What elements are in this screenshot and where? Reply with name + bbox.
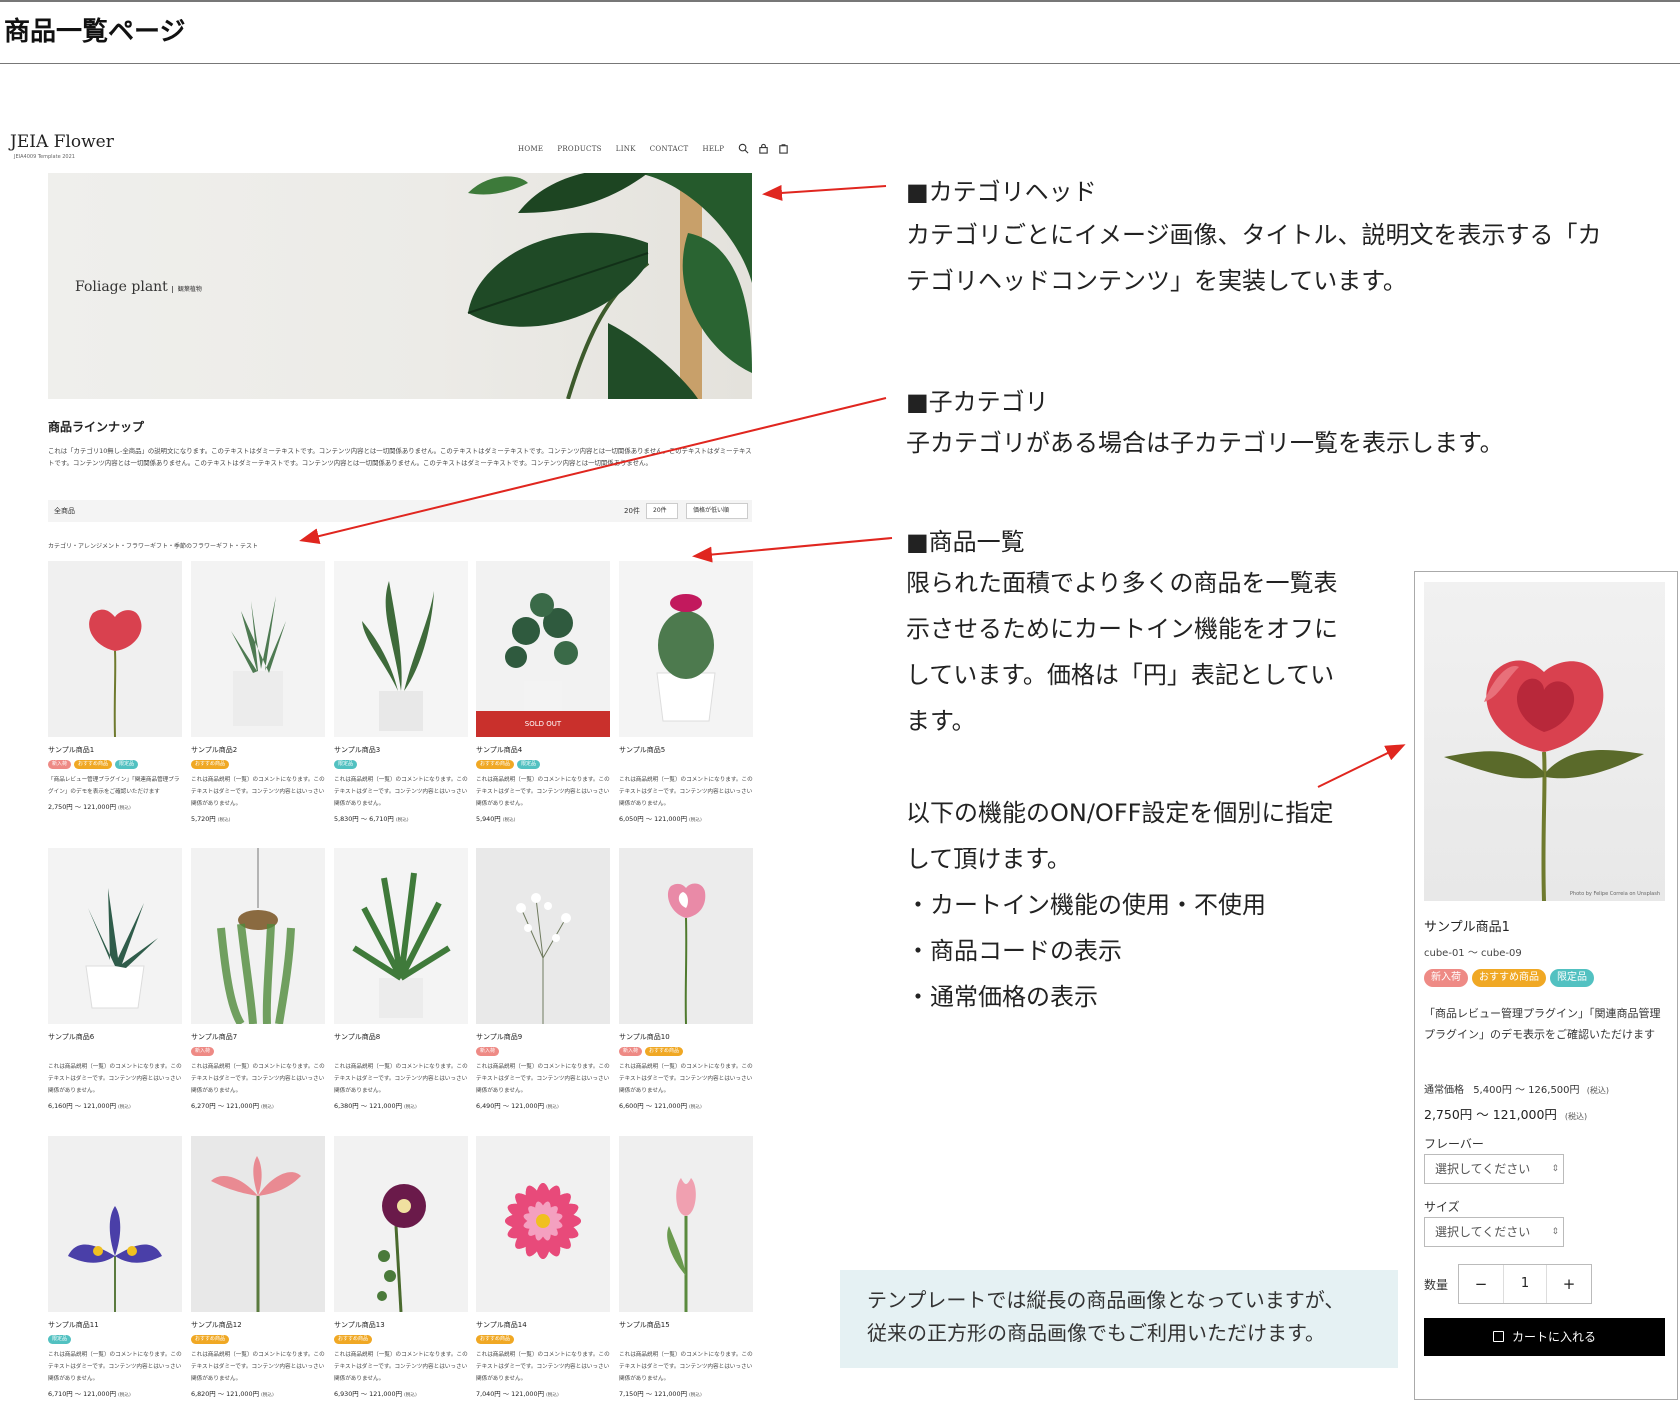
size-select-value: 選択してください	[1435, 1225, 1531, 1239]
normal-price-label: 通常価格	[1424, 1085, 1464, 1096]
product-detail-panel: Photo by Felipe Correia on Unsplash サンプル…	[1414, 571, 1678, 1400]
annotation-product-list-title: ■商品一覧	[906, 528, 1025, 556]
add-to-cart-label: カートに入れる	[1511, 1330, 1596, 1344]
size-select[interactable]: 選択してください ⇕	[1424, 1217, 1564, 1247]
price-value: 2,750円 ～ 121,000円	[1424, 1107, 1557, 1122]
arrow-category-head	[762, 184, 887, 201]
price-tax: (税込)	[1564, 1112, 1588, 1121]
annotation-product-list-line2: 示させるためにカートイン機能をオフに	[906, 615, 1338, 643]
arrow-detail-panel	[1317, 744, 1406, 788]
detail-price: 2,750円 ～ 121,000円 (税込)	[1424, 1104, 1587, 1123]
annotation-settings-line3: ・カートイン機能の使用・不使用	[906, 891, 1266, 919]
annotation-settings-line2: して頂けます。	[906, 845, 1071, 873]
badge-limited: 限定品	[1550, 969, 1594, 987]
annotation-settings-line5: ・通常価格の表示	[906, 983, 1098, 1011]
quantity-stepper: − 1 +	[1458, 1264, 1593, 1304]
note-line1: テンプレートでは縦長の商品画像となっていますが、	[867, 1288, 1345, 1312]
cart-bag-icon	[1492, 1331, 1504, 1342]
detail-product-code: cube-01 ～ cube-09	[1424, 948, 1522, 959]
annotation-child-category-line1: 子カテゴリがある場合は子カテゴリ一覧を表示します。	[906, 429, 1504, 457]
note-box: テンプレートでは縦長の商品画像となっていますが、 従来の正方形の商品画像でもご利…	[840, 1270, 1398, 1368]
annotation-product-list-line1: 限られた面積でより多くの商品を一覧表	[906, 569, 1338, 597]
rose-illustration: Photo by Felipe Correia on Unsplash	[1444, 660, 1660, 901]
note-line2: 従来の正方形の商品画像でもご利用いただけます。	[867, 1321, 1325, 1345]
arrow-product-list	[692, 537, 893, 563]
quantity-input[interactable]: 1	[1503, 1265, 1548, 1303]
annotation-category-head-title: ■カテゴリヘッド	[906, 178, 1097, 206]
quantity-label: 数量	[1424, 1277, 1449, 1292]
detail-normal-price: 通常価格 5,400円 ～ 126,500円 (税込)	[1424, 1081, 1609, 1096]
annotation-child-category-title: ■子カテゴリ	[906, 388, 1049, 416]
quantity-plus-button[interactable]: +	[1547, 1265, 1591, 1303]
annotation-settings-line4: ・商品コードの表示	[906, 937, 1122, 965]
annotation-settings-line1: 以下の機能のON/OFF設定を個別に指定	[906, 799, 1334, 827]
annotation-product-list-line3: しています。価格は「円」表記としてい	[906, 661, 1335, 689]
product-detail-image: Photo by Felipe Correia on Unsplash	[1424, 582, 1665, 901]
flavor-label: フレーバー	[1424, 1137, 1484, 1151]
size-label: サイズ	[1424, 1200, 1460, 1214]
badge-recommend: おすすめ商品	[1472, 969, 1546, 987]
flavor-select-value: 選択してください	[1435, 1162, 1531, 1176]
add-to-cart-button[interactable]: カートに入れる	[1424, 1318, 1665, 1356]
flavor-select[interactable]: 選択してください ⇕	[1424, 1154, 1564, 1184]
annotation-category-head-line1: カテゴリごとにイメージ画像、タイトル、説明文を表示する「カ	[906, 221, 1602, 249]
select-arrows-icon: ⇕	[1551, 1227, 1559, 1237]
badge-new: 新入荷	[1424, 969, 1468, 987]
detail-description: 「商品レビュー管理プラグイン」「関連商品管理プラグイン」のデモ表示をご確認いただ…	[1424, 1007, 1661, 1041]
arrow-child-category	[299, 397, 887, 544]
normal-price-tax: (税込)	[1586, 1086, 1609, 1095]
annotation-product-list-line4: ます。	[906, 707, 976, 735]
select-arrows-icon: ⇕	[1551, 1164, 1559, 1174]
detail-badges: 新入荷 おすすめ商品 限定品	[1424, 969, 1594, 987]
photo-credit: Photo by Felipe Correia on Unsplash	[1570, 891, 1660, 897]
normal-price-value: 5,400円 ～ 126,500円	[1473, 1085, 1580, 1096]
annotation-category-head-line2: テゴリヘッドコンテンツ」を実装しています。	[906, 267, 1407, 295]
detail-product-name: サンプル商品1	[1424, 920, 1510, 935]
quantity-minus-button[interactable]: −	[1459, 1265, 1503, 1303]
quantity-row: 数量 − 1 +	[1424, 1264, 1593, 1304]
